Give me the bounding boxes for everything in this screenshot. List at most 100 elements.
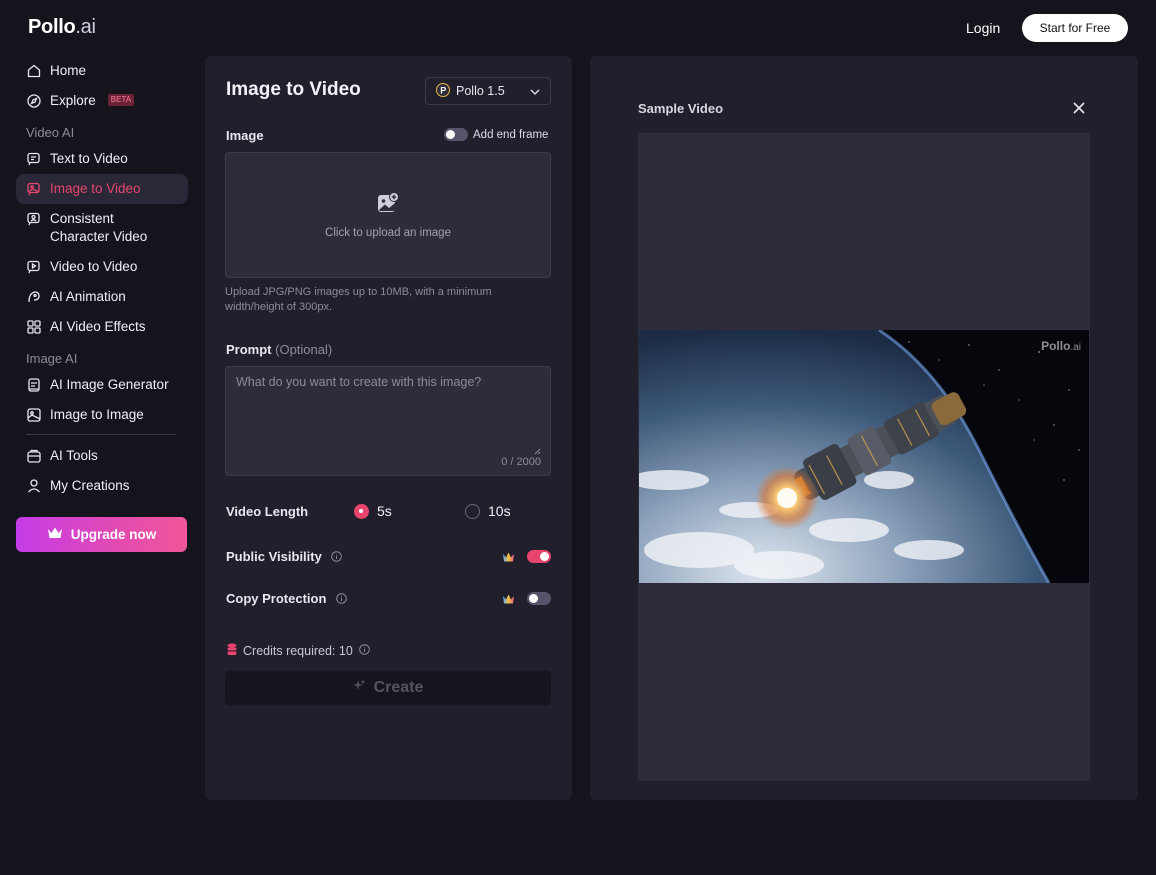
sample-video-title: Sample Video: [638, 101, 724, 116]
sample-video-panel: Sample Video Pollo.ai: [590, 56, 1138, 800]
sidebar-item-label: Consistent Character Video: [50, 210, 147, 246]
sidebar-item-label: AI Tools: [50, 448, 98, 463]
prompt-char-counter: 0 / 2000: [501, 456, 541, 468]
add-end-frame-label: Add end frame: [473, 128, 549, 141]
beta-badge: BETA: [107, 94, 135, 106]
upgrade-label: Upgrade now: [70, 527, 157, 542]
image-upload-dropzone[interactable]: Click to upload an image: [225, 152, 551, 278]
sidebar-item-video-to-video[interactable]: Video to Video: [16, 252, 188, 282]
radio-selected-icon: [354, 503, 369, 519]
length-option-label: 5s: [377, 503, 392, 519]
public-visibility-row: Public Visibility: [226, 549, 343, 565]
copy-protection-label: Copy Protection: [226, 591, 327, 606]
create-button[interactable]: Create: [225, 671, 551, 705]
compass-icon: [26, 93, 42, 109]
sidebar-item-label: Home: [50, 63, 87, 78]
video-length-label: Video Length: [226, 504, 309, 519]
consistent-line-2: Character Video: [50, 229, 148, 244]
credits-text: Credits required: 10: [243, 644, 353, 658]
radio-unselected-icon: [465, 503, 480, 519]
animation-icon: [26, 289, 42, 305]
pollo-model-icon: P: [436, 82, 450, 100]
login-link[interactable]: Login: [966, 20, 1000, 36]
prompt-box: 0 / 2000: [225, 366, 551, 476]
info-icon[interactable]: [331, 550, 343, 565]
sidebar-item-label: AI Video Effects: [50, 319, 146, 334]
sidebar-item-label: Image to Image: [50, 407, 144, 422]
toolbox-icon: [26, 448, 42, 464]
sample-video-thumbnail: Pollo.ai: [639, 330, 1089, 583]
home-icon: [26, 63, 42, 79]
public-visibility-label: Public Visibility: [226, 549, 322, 564]
image-label: Image: [226, 128, 264, 143]
sparkle-icon: [352, 679, 366, 697]
sidebar-item-label: My Creations: [50, 478, 130, 493]
prompt-label: Prompt (Optional): [226, 342, 332, 357]
close-icon[interactable]: [1072, 101, 1086, 115]
section-label-video-ai: Video AI: [26, 125, 75, 140]
copy-protection-toggle[interactable]: [527, 592, 551, 605]
consistent-line-1: Consistent: [50, 211, 114, 226]
sidebar-item-image-to-image[interactable]: Image to Image: [16, 400, 188, 430]
public-visibility-toggle[interactable]: [527, 550, 551, 563]
sidebar-item-label: Image to Video: [50, 181, 141, 196]
create-label: Create: [373, 679, 424, 696]
page-title: Image to Video: [226, 79, 361, 100]
sidebar-item-label: Text to Video: [50, 151, 128, 166]
credits-required: Credits required: 10: [227, 643, 370, 659]
upload-text: Click to upload an image: [325, 226, 451, 239]
text-video-icon: [26, 151, 42, 167]
info-icon[interactable]: [336, 592, 347, 607]
sidebar-item-text-to-video[interactable]: Text to Video: [16, 144, 188, 174]
image-to-image-icon: [26, 407, 42, 423]
logo-suffix: .ai: [75, 16, 96, 38]
chevron-down-icon: [530, 84, 540, 98]
length-option-5s[interactable]: 5s: [354, 503, 392, 519]
sidebar-item-ai-image-generator[interactable]: AI Image Generator: [16, 370, 188, 400]
length-option-label: 10s: [488, 503, 511, 519]
length-option-10s[interactable]: 10s: [465, 503, 511, 519]
model-select-value: Pollo 1.5: [456, 84, 505, 98]
watermark-suffix: .ai: [1070, 342, 1081, 353]
image-generator-icon: [26, 377, 42, 393]
watermark-main: Pollo: [1041, 339, 1071, 353]
user-icon: [26, 478, 42, 494]
sample-video-player[interactable]: Pollo.ai: [638, 133, 1090, 781]
sidebar-item-consistent-character-video[interactable]: Consistent Character Video: [16, 204, 188, 252]
model-select[interactable]: P Pollo 1.5: [425, 77, 551, 105]
add-end-frame-control: Add end frame: [444, 128, 548, 141]
sidebar-item-my-creations[interactable]: My Creations: [16, 471, 188, 501]
upload-hint: Upload JPG/PNG images up to 10MB, with a…: [225, 286, 492, 313]
prompt-optional-text: (Optional): [275, 342, 333, 357]
sidebar-item-home[interactable]: Home: [16, 56, 188, 86]
coins-icon: [227, 643, 237, 659]
premium-crown-icon: [502, 550, 515, 562]
sidebar-item-label: AI Animation: [50, 289, 126, 304]
sidebar-item-label: AI Image Generator: [50, 377, 169, 392]
svg-text:P: P: [440, 85, 446, 95]
copy-protection-row: Copy Protection: [226, 591, 347, 607]
start-for-free-button[interactable]: Start for Free: [1022, 14, 1128, 42]
effects-grid-icon: [26, 319, 42, 335]
image-video-icon: [26, 181, 42, 197]
sidebar-item-ai-animation[interactable]: AI Animation: [16, 282, 188, 312]
image-upload-icon: [377, 191, 399, 219]
logo[interactable]: Pollo.ai: [28, 16, 96, 39]
resize-handle-icon[interactable]: [534, 442, 541, 455]
sidebar-item-explore[interactable]: Explore BETA: [16, 86, 188, 116]
sidebar-item-ai-tools[interactable]: AI Tools: [16, 441, 188, 471]
crown-icon: [47, 526, 63, 543]
sidebar-item-label: Explore: [50, 93, 96, 108]
upgrade-now-button[interactable]: Upgrade now: [16, 517, 187, 552]
add-end-frame-toggle[interactable]: [444, 128, 468, 141]
video-video-icon: [26, 259, 42, 275]
info-icon[interactable]: [358, 644, 370, 658]
prompt-input[interactable]: [226, 367, 550, 451]
section-label-image-ai: Image AI: [26, 351, 78, 366]
sidebar-item-ai-video-effects[interactable]: AI Video Effects: [16, 312, 188, 342]
sidebar-item-image-to-video[interactable]: Image to Video: [16, 174, 188, 204]
premium-crown-icon: [502, 592, 515, 604]
character-video-icon: [26, 211, 42, 227]
sidebar-item-label: Video to Video: [50, 259, 138, 274]
sidebar-divider: [26, 434, 176, 435]
